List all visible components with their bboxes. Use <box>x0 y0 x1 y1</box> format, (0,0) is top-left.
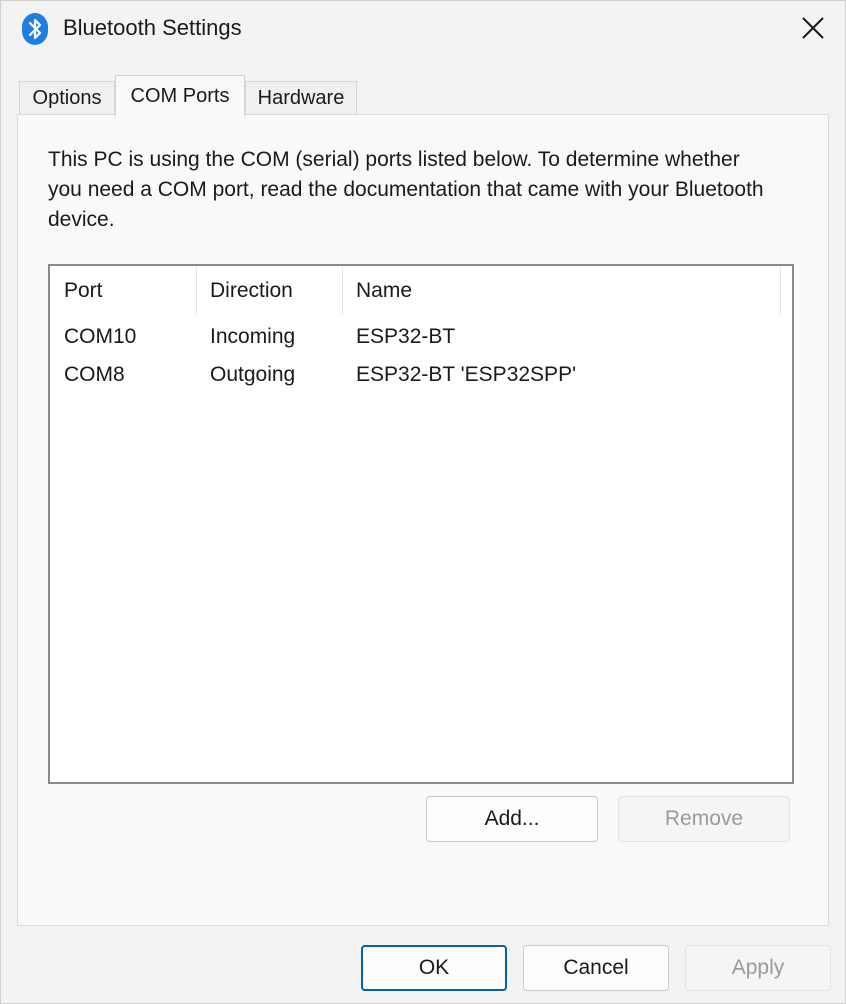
list-header: Port Direction Name <box>50 266 792 318</box>
column-header-port[interactable]: Port <box>64 266 103 318</box>
cell-port: COM8 <box>64 363 125 386</box>
cell-direction: Outgoing <box>210 363 296 386</box>
column-divider[interactable] <box>780 268 781 314</box>
tab-label: COM Ports <box>130 84 230 107</box>
apply-button[interactable]: Apply <box>685 945 831 991</box>
cancel-button[interactable]: Cancel <box>523 945 669 991</box>
com-ports-panel: This PC is using the COM (serial) ports … <box>17 114 829 926</box>
remove-port-label: Remove <box>664 807 744 830</box>
column-divider[interactable] <box>196 268 197 314</box>
cell-name: ESP32-BT 'ESP32SPP' <box>356 363 577 386</box>
cancel-label: Cancel <box>563 956 629 979</box>
cell-name: ESP32-BT <box>356 325 456 348</box>
column-divider[interactable] <box>342 268 343 314</box>
tab-com-ports[interactable]: COM Ports <box>115 75 245 116</box>
column-header-name[interactable]: Name <box>356 266 412 318</box>
close-button[interactable] <box>781 1 845 55</box>
ok-button[interactable]: OK <box>361 945 507 991</box>
add-port-label: Add... <box>484 807 540 830</box>
com-ports-list[interactable]: Port Direction Name COM10 Incoming ESP32… <box>48 264 794 784</box>
remove-port-button[interactable]: Remove <box>618 796 790 842</box>
com-ports-description: This PC is using the COM (serial) ports … <box>48 148 764 231</box>
tab-hardware[interactable]: Hardware <box>245 81 357 115</box>
column-header-direction[interactable]: Direction <box>210 266 293 318</box>
close-icon <box>802 17 824 39</box>
ok-label: OK <box>418 956 450 979</box>
bluetooth-icon <box>22 13 48 45</box>
title-bar: Bluetooth Settings <box>1 1 845 57</box>
tab-options[interactable]: Options <box>19 81 115 115</box>
tab-label: Options <box>32 87 102 109</box>
bluetooth-settings-dialog: Bluetooth Settings Options COM Ports Har… <box>0 0 846 1004</box>
window-title: Bluetooth Settings <box>63 15 242 40</box>
table-row[interactable]: COM10 Incoming ESP32-BT <box>50 318 792 356</box>
cell-port: COM10 <box>64 325 137 348</box>
table-row[interactable]: COM8 Outgoing ESP32-BT 'ESP32SPP' <box>50 356 792 394</box>
tab-label: Hardware <box>257 87 345 109</box>
apply-label: Apply <box>731 956 785 979</box>
cell-direction: Incoming <box>210 325 296 348</box>
add-port-button[interactable]: Add... <box>426 796 598 842</box>
